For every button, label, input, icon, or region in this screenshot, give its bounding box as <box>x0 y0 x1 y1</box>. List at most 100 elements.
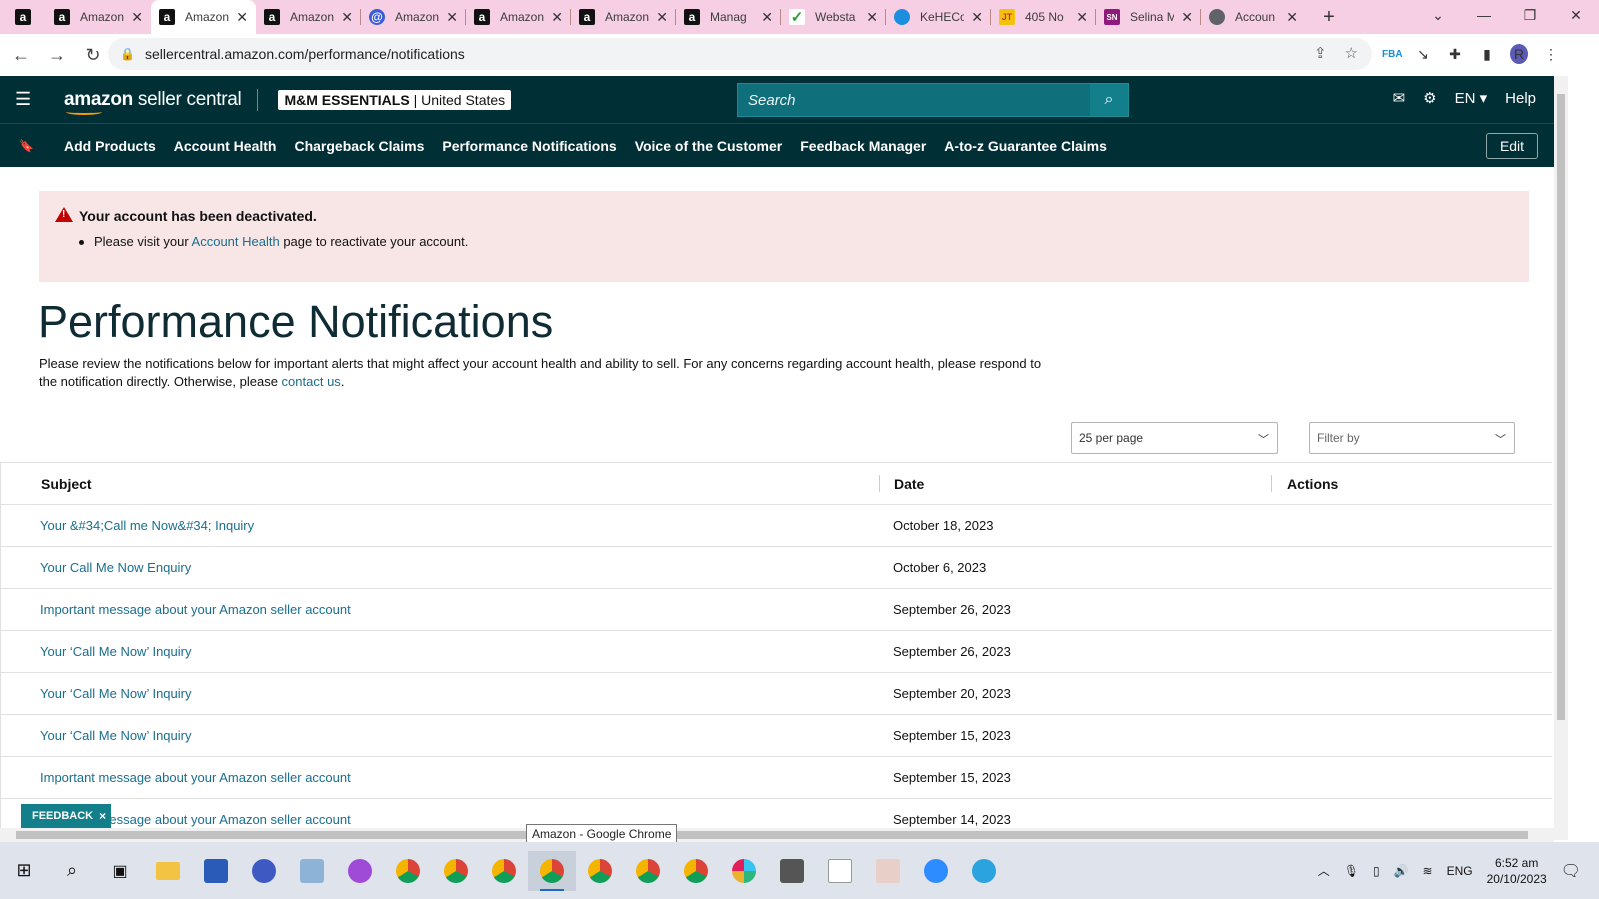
nav-feedback-manager[interactable]: Feedback Manager <box>800 138 926 154</box>
back-icon[interactable]: ← <box>6 45 36 66</box>
side-panel-icon[interactable]: ▮ <box>1478 46 1496 63</box>
notification-subject-link[interactable]: Your ‘Call Me Now’ Inquiry <box>40 686 192 701</box>
edit-nav-button[interactable]: Edit <box>1486 133 1538 159</box>
column-subject[interactable]: Subject <box>41 476 92 492</box>
messenger-icon[interactable] <box>336 851 384 891</box>
app-icon[interactable] <box>816 851 864 891</box>
close-tab-icon[interactable]: ✕ <box>866 9 878 26</box>
per-page-select[interactable]: 25 per page ﹀ <box>1071 422 1278 454</box>
close-tab-icon[interactable]: ✕ <box>971 9 983 26</box>
browser-tab[interactable]: a Amazon ✕ <box>466 0 571 34</box>
close-tab-icon[interactable]: ✕ <box>1286 9 1298 26</box>
reload-icon[interactable]: ↻ <box>78 45 108 66</box>
close-tab-icon[interactable]: ✕ <box>131 9 143 26</box>
chrome-icon[interactable] <box>384 851 432 891</box>
nav-add-products[interactable]: Add Products <box>64 138 156 154</box>
notification-subject-link[interactable]: Your ‘Call Me Now’ Inquiry <box>40 644 192 659</box>
new-tab-icon[interactable]: + <box>1314 6 1344 29</box>
url-field[interactable]: 🔒 sellercentral.amazon.com/performance/n… <box>108 38 1372 70</box>
browser-tab-active[interactable]: a Amazon ✕ <box>151 0 256 34</box>
notifications-icon[interactable]: 🗨 <box>1561 861 1581 881</box>
tab-search-icon[interactable]: ⌄ <box>1415 0 1461 34</box>
close-tab-icon[interactable]: ✕ <box>1181 9 1193 26</box>
browser-tab[interactable]: a Amazon ✕ <box>46 0 151 34</box>
chrome-icon[interactable] <box>576 851 624 891</box>
language-selector[interactable]: EN ▾ <box>1455 89 1488 107</box>
vertical-scrollbar[interactable] <box>1554 76 1568 840</box>
browser-tab[interactable]: a Amazon ✕ <box>256 0 361 34</box>
app-icon[interactable] <box>864 851 912 891</box>
close-window-icon[interactable]: ✕ <box>1553 0 1599 34</box>
nav-voice-of-customer[interactable]: Voice of the Customer <box>635 138 783 154</box>
account-health-link[interactable]: Account Health <box>192 234 280 249</box>
chevron-up-icon[interactable]: ︿ <box>1318 862 1330 879</box>
browser-tab[interactable]: @ Amazon ✕ <box>361 0 466 34</box>
chrome-icon[interactable] <box>528 850 576 891</box>
notification-subject-link[interactable]: Important message about your Amazon sell… <box>40 602 351 617</box>
gear-icon[interactable]: ⚙ <box>1423 89 1436 107</box>
chrome-icon[interactable] <box>480 851 528 891</box>
nav-account-health[interactable]: Account Health <box>174 138 277 154</box>
help-link[interactable]: Help <box>1505 90 1536 107</box>
browser-tab[interactable]: JT 405 No ✕ <box>991 0 1096 34</box>
notification-subject-link[interactable]: Your &#34;Call me Now&#34; Inquiry <box>40 518 254 533</box>
profile-avatar[interactable]: R <box>1510 44 1528 64</box>
column-date[interactable]: Date <box>894 476 924 492</box>
search-icon[interactable]: ⌕ <box>48 851 96 891</box>
browser-tab-pinned[interactable]: a <box>0 0 46 34</box>
close-tab-icon[interactable]: ✕ <box>1076 9 1088 26</box>
mail-icon[interactable]: ✉ <box>1393 89 1406 107</box>
close-tab-icon[interactable]: ✕ <box>446 9 458 26</box>
task-view-icon[interactable]: ▣ <box>96 851 144 891</box>
chrome-icon[interactable] <box>432 851 480 891</box>
browser-tab[interactable]: SN Selina M ✕ <box>1096 0 1201 34</box>
star-icon[interactable]: ☆ <box>1345 44 1358 62</box>
zoom-icon[interactable] <box>912 851 960 891</box>
windows-start-icon[interactable]: ⊞ <box>0 851 48 891</box>
notification-subject-link[interactable]: Your Call Me Now Enquiry <box>40 560 191 575</box>
microphone-icon[interactable]: 🎙 <box>1344 864 1359 878</box>
close-tab-icon[interactable]: ✕ <box>551 9 563 26</box>
chrome-icon[interactable] <box>672 851 720 891</box>
browser-tab[interactable]: a Manag ✕ <box>676 0 781 34</box>
notification-subject-link[interactable]: Your ‘Call Me Now’ Inquiry <box>40 728 192 743</box>
seller-central-logo[interactable]: amazon seller central <box>64 89 242 115</box>
app-icon[interactable] <box>240 851 288 891</box>
language-indicator[interactable]: ENG <box>1447 864 1473 878</box>
slack-icon[interactable] <box>720 851 768 891</box>
clock[interactable]: 6:52 am 20/10/2023 <box>1487 855 1547 887</box>
browser-tab[interactable]: a Amazon ✕ <box>571 0 676 34</box>
telegram-icon[interactable] <box>960 851 1008 891</box>
close-tab-icon[interactable]: ✕ <box>236 9 248 26</box>
file-explorer-icon[interactable] <box>144 851 192 891</box>
extension-fba-icon[interactable]: FBA <box>1382 49 1403 60</box>
close-tab-icon[interactable]: ✕ <box>341 9 353 26</box>
browser-tab[interactable]: Accoun ✕ <box>1201 0 1306 34</box>
forward-icon[interactable]: → <box>42 45 72 66</box>
app-icon[interactable] <box>288 851 336 891</box>
close-tab-icon[interactable]: ✕ <box>761 9 773 26</box>
lock-icon[interactable]: 🔒 <box>120 47 135 61</box>
search-input[interactable]: Search ⌕ <box>737 83 1129 117</box>
notification-subject-link[interactable]: Important message about your Amazon sell… <box>40 770 351 785</box>
browser-tab[interactable]: KeHECo ✕ <box>886 0 991 34</box>
minimize-icon[interactable]: — <box>1461 0 1507 34</box>
feedback-button[interactable]: FEEDBACK × <box>21 804 111 828</box>
merchant-switcher[interactable]: M&M ESSENTIALS | United States <box>278 89 512 110</box>
bookmark-icon[interactable]: 🔖 <box>19 139 34 153</box>
word-icon[interactable] <box>192 851 240 891</box>
extensions-puzzle-icon[interactable]: ✚ <box>1446 46 1464 63</box>
contact-us-link[interactable]: contact us <box>282 374 341 389</box>
close-tab-icon[interactable]: ✕ <box>656 9 668 26</box>
nav-chargeback-claims[interactable]: Chargeback Claims <box>294 138 424 154</box>
restore-icon[interactable]: ❐ <box>1507 0 1553 34</box>
menu-kebab-icon[interactable]: ⋮ <box>1542 46 1560 63</box>
speaker-icon[interactable]: 🔊 <box>1394 864 1409 878</box>
extension-arrow-icon[interactable]: ↘ <box>1414 46 1432 63</box>
chrome-icon[interactable] <box>624 851 672 891</box>
filter-select[interactable]: Filter by ﹀ <box>1309 422 1515 454</box>
share-icon[interactable]: ⇪ <box>1314 44 1327 62</box>
nav-performance-notifications[interactable]: Performance Notifications <box>442 138 616 154</box>
calculator-icon[interactable] <box>768 851 816 891</box>
nav-atoz-claims[interactable]: A-to-z Guarantee Claims <box>944 138 1107 154</box>
